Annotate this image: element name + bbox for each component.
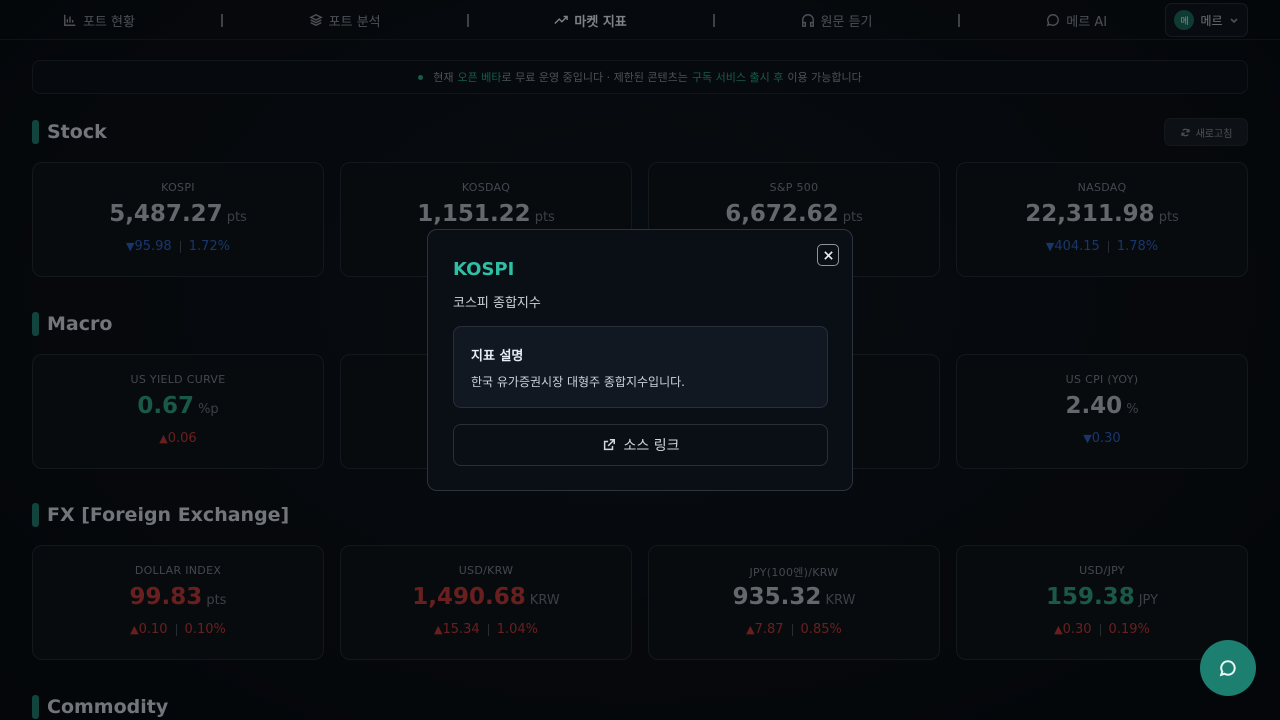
page: 포트 현황 포트 분석 마켓 지표 원문 듣기 메르 AI 메 메르 현재 오픈… xyxy=(0,0,1280,720)
indicator-detail-modal: KOSPI 코스피 종합지수 지표 설명 한국 유가증권시장 대형주 종합지수입… xyxy=(427,229,853,491)
modal-subtitle: 코스피 종합지수 xyxy=(453,296,541,311)
external-link-icon xyxy=(603,439,615,451)
modal-title: KOSPI xyxy=(453,259,515,280)
close-button[interactable] xyxy=(817,244,839,266)
description-text: 한국 유가증권시장 대형주 종합지수입니다. xyxy=(471,375,685,389)
close-icon xyxy=(823,250,833,260)
description-heading: 지표 설명 xyxy=(471,349,524,364)
source-link-button[interactable]: 소스 링크 xyxy=(453,424,828,466)
chat-bubble-icon xyxy=(1219,660,1236,677)
source-link-label: 소스 링크 xyxy=(623,438,680,454)
description-box: 지표 설명 한국 유가증권시장 대형주 종합지수입니다. xyxy=(453,326,828,408)
chat-fab-button[interactable] xyxy=(1200,640,1256,696)
